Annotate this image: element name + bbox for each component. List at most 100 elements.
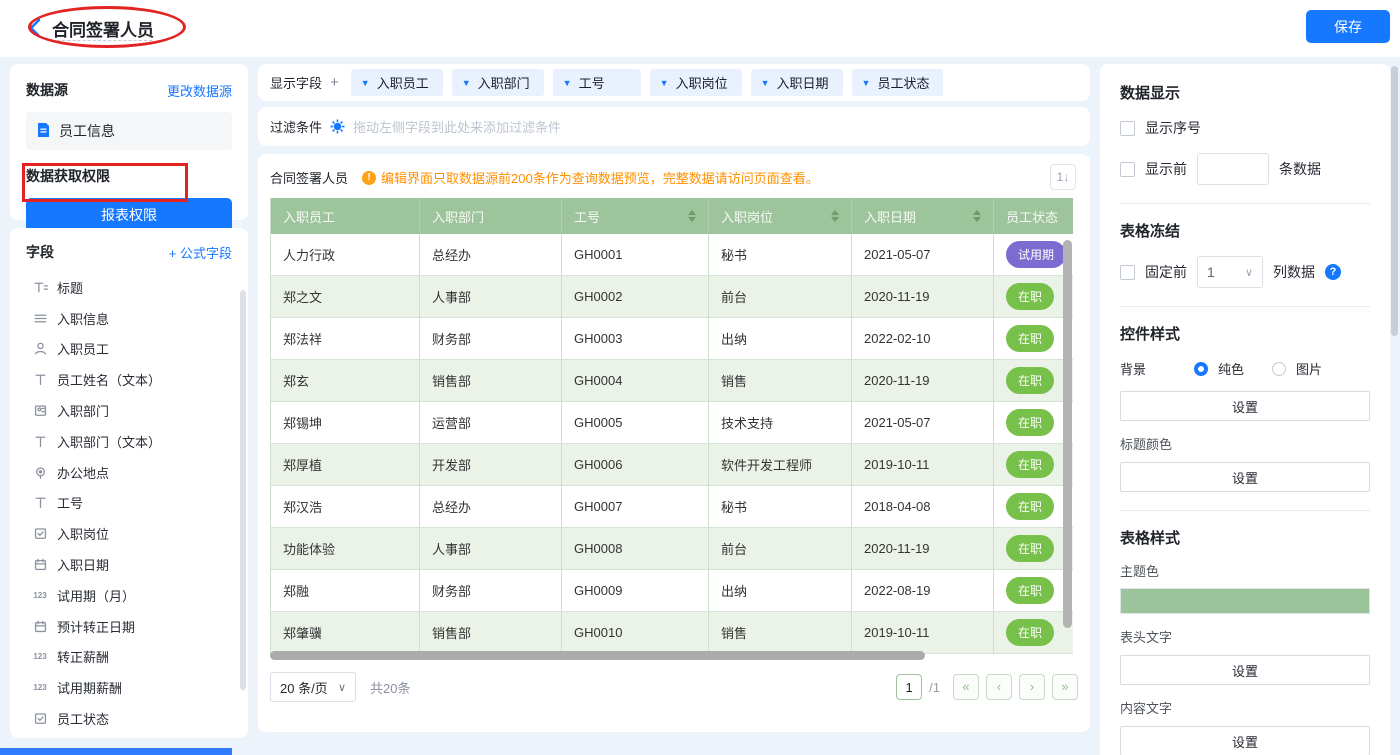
table-cell: 2019-10-11	[852, 444, 994, 486]
back-icon[interactable]	[26, 16, 48, 40]
field-item[interactable]: 办公地点	[26, 457, 232, 488]
theme-color-swatch[interactable]	[1120, 588, 1370, 614]
sort-arrows-icon[interactable]	[831, 210, 839, 222]
field-item[interactable]: 123转正薪酬	[26, 642, 232, 673]
display-field-chip[interactable]: ▼入职部门	[452, 69, 544, 96]
field-item[interactable]: 工号	[26, 488, 232, 519]
number-icon: 123	[32, 591, 48, 600]
page-title[interactable]: 合同签署人员	[52, 16, 154, 41]
table-horizontal-scrollbar[interactable]	[270, 651, 925, 660]
number-icon: 123	[32, 683, 48, 692]
show-index-label: 显示序号	[1145, 118, 1201, 138]
solid-color-radio[interactable]	[1194, 362, 1208, 376]
display-field-chip[interactable]: ▼员工状态	[852, 69, 944, 96]
caret-down-icon: ▼	[862, 78, 871, 88]
column-header[interactable]: 入职部门	[420, 198, 562, 234]
field-item-label: 标题	[57, 278, 83, 297]
field-item[interactable]: 员工姓名（文本）	[26, 364, 232, 395]
field-item[interactable]: 预计转正日期	[26, 611, 232, 642]
field-item[interactable]: 标题	[26, 272, 232, 303]
rows-count-input[interactable]	[1197, 153, 1269, 185]
table-cell: 总经办	[420, 234, 562, 276]
table-cell: 在职	[994, 444, 1073, 486]
table-vertical-scrollbar[interactable]	[1063, 240, 1072, 628]
image-radio[interactable]	[1272, 362, 1286, 376]
table-cell: 试用期	[994, 234, 1073, 276]
show-index-checkbox[interactable]	[1120, 121, 1135, 136]
sort-arrows-icon[interactable]	[688, 210, 696, 222]
column-header-label: 工号	[574, 207, 600, 226]
header-text-set-button[interactable]: 设置	[1120, 655, 1370, 685]
caret-down-icon: ▼	[361, 78, 370, 88]
field-item[interactable]: 员工状态	[26, 703, 232, 734]
next-page-button[interactable]: ›	[1019, 674, 1045, 700]
field-item[interactable]: 入职员工	[26, 334, 232, 365]
page-size-select[interactable]: 20 条/页 ∨	[270, 672, 356, 702]
table-cell: 郑玄	[270, 360, 420, 402]
field-item[interactable]: 入职信息	[26, 303, 232, 334]
field-item-label: 试用期薪酬	[57, 678, 122, 697]
field-item[interactable]: 入职岗位	[26, 518, 232, 549]
rows-suffix-label: 条数据	[1279, 159, 1321, 179]
table-cell: 郑汉浩	[270, 486, 420, 528]
freeze-checkbox[interactable]	[1120, 265, 1135, 280]
column-header[interactable]: 员工状态	[994, 198, 1073, 234]
table-cell: 功能体验	[270, 528, 420, 570]
table-cell: 出纳	[709, 318, 852, 360]
column-header-label: 入职部门	[432, 207, 484, 226]
current-page-input[interactable]: 1	[896, 674, 922, 700]
table-title: 合同签署人员	[270, 168, 348, 187]
datasource-item[interactable]: 员工信息	[26, 112, 232, 150]
last-page-button[interactable]: »	[1052, 674, 1078, 700]
show-first-checkbox[interactable]	[1120, 162, 1135, 177]
table-cell: GH0003	[562, 318, 709, 360]
content-text-label: 内容文字	[1120, 698, 1370, 717]
table-row: 郑厚植开发部GH0006软件开发工程师2019-10-11在职	[270, 444, 1073, 486]
settings-scrollbar[interactable]	[1391, 66, 1398, 336]
field-item[interactable]: 123试用期（月）	[26, 580, 232, 611]
freeze-cols-value: 1	[1207, 264, 1215, 280]
freeze-cols-select[interactable]: 1 ∨	[1197, 256, 1263, 288]
table-cell: GH0008	[562, 528, 709, 570]
title-color-set-button[interactable]: 设置	[1120, 462, 1370, 492]
change-datasource-link[interactable]: 更改数据源	[167, 81, 232, 100]
table-cell: 在职	[994, 276, 1073, 318]
background-set-button[interactable]: 设置	[1120, 391, 1370, 421]
column-header[interactable]: 入职岗位	[709, 198, 852, 234]
field-item[interactable]: 入职日期	[26, 549, 232, 580]
display-field-chip[interactable]: ▼入职岗位	[650, 69, 742, 96]
sort-order-icon[interactable]: 1↓	[1050, 164, 1076, 190]
chip-label: 入职部门	[478, 73, 530, 92]
save-button[interactable]: 保存	[1306, 10, 1390, 43]
column-header[interactable]: 入职日期	[852, 198, 994, 234]
report-permission-button[interactable]: 报表权限	[26, 198, 232, 232]
fields-scrollbar[interactable]	[240, 290, 246, 690]
table-header-row: 入职员工入职部门 工号 入职岗位入职日期员工状态	[270, 198, 1073, 234]
add-display-field-button[interactable]: +	[330, 74, 339, 91]
display-field-chip[interactable]: ▼工号	[553, 69, 641, 96]
horizontal-scroll-indicator[interactable]	[0, 748, 232, 755]
field-item[interactable]: 入职部门	[26, 395, 232, 426]
solid-color-label: 纯色	[1218, 359, 1244, 378]
column-header[interactable]: 入职员工	[270, 198, 420, 234]
table-cell: 郑之文	[270, 276, 420, 318]
fields-panel: 字段 + 公式字段 标题入职信息入职员工员工姓名（文本）入职部门入职部门（文本）…	[10, 228, 248, 738]
help-icon[interactable]: ?	[1325, 264, 1341, 280]
column-header[interactable]: 工号	[562, 198, 709, 234]
page-total-label: /1	[929, 680, 940, 695]
calendar-icon	[32, 557, 48, 572]
table-cell: 在职	[994, 318, 1073, 360]
sort-arrows-icon[interactable]	[973, 210, 981, 222]
field-item[interactable]: 123 试用期薪酬	[26, 672, 232, 703]
content-text-set-button[interactable]: 设置	[1120, 726, 1370, 755]
table-cell: 2022-08-19	[852, 570, 994, 612]
gear-icon[interactable]	[330, 119, 345, 134]
table-cell: GH0007	[562, 486, 709, 528]
display-field-chip[interactable]: ▼入职员工	[351, 69, 443, 96]
field-item[interactable]: 入职部门（文本）	[26, 426, 232, 457]
status-badge: 在职	[1006, 409, 1054, 436]
add-formula-field-link[interactable]: + 公式字段	[169, 243, 232, 262]
first-page-button[interactable]: «	[953, 674, 979, 700]
display-field-chip[interactable]: ▼入职日期	[751, 69, 843, 96]
prev-page-button[interactable]: ‹	[986, 674, 1012, 700]
